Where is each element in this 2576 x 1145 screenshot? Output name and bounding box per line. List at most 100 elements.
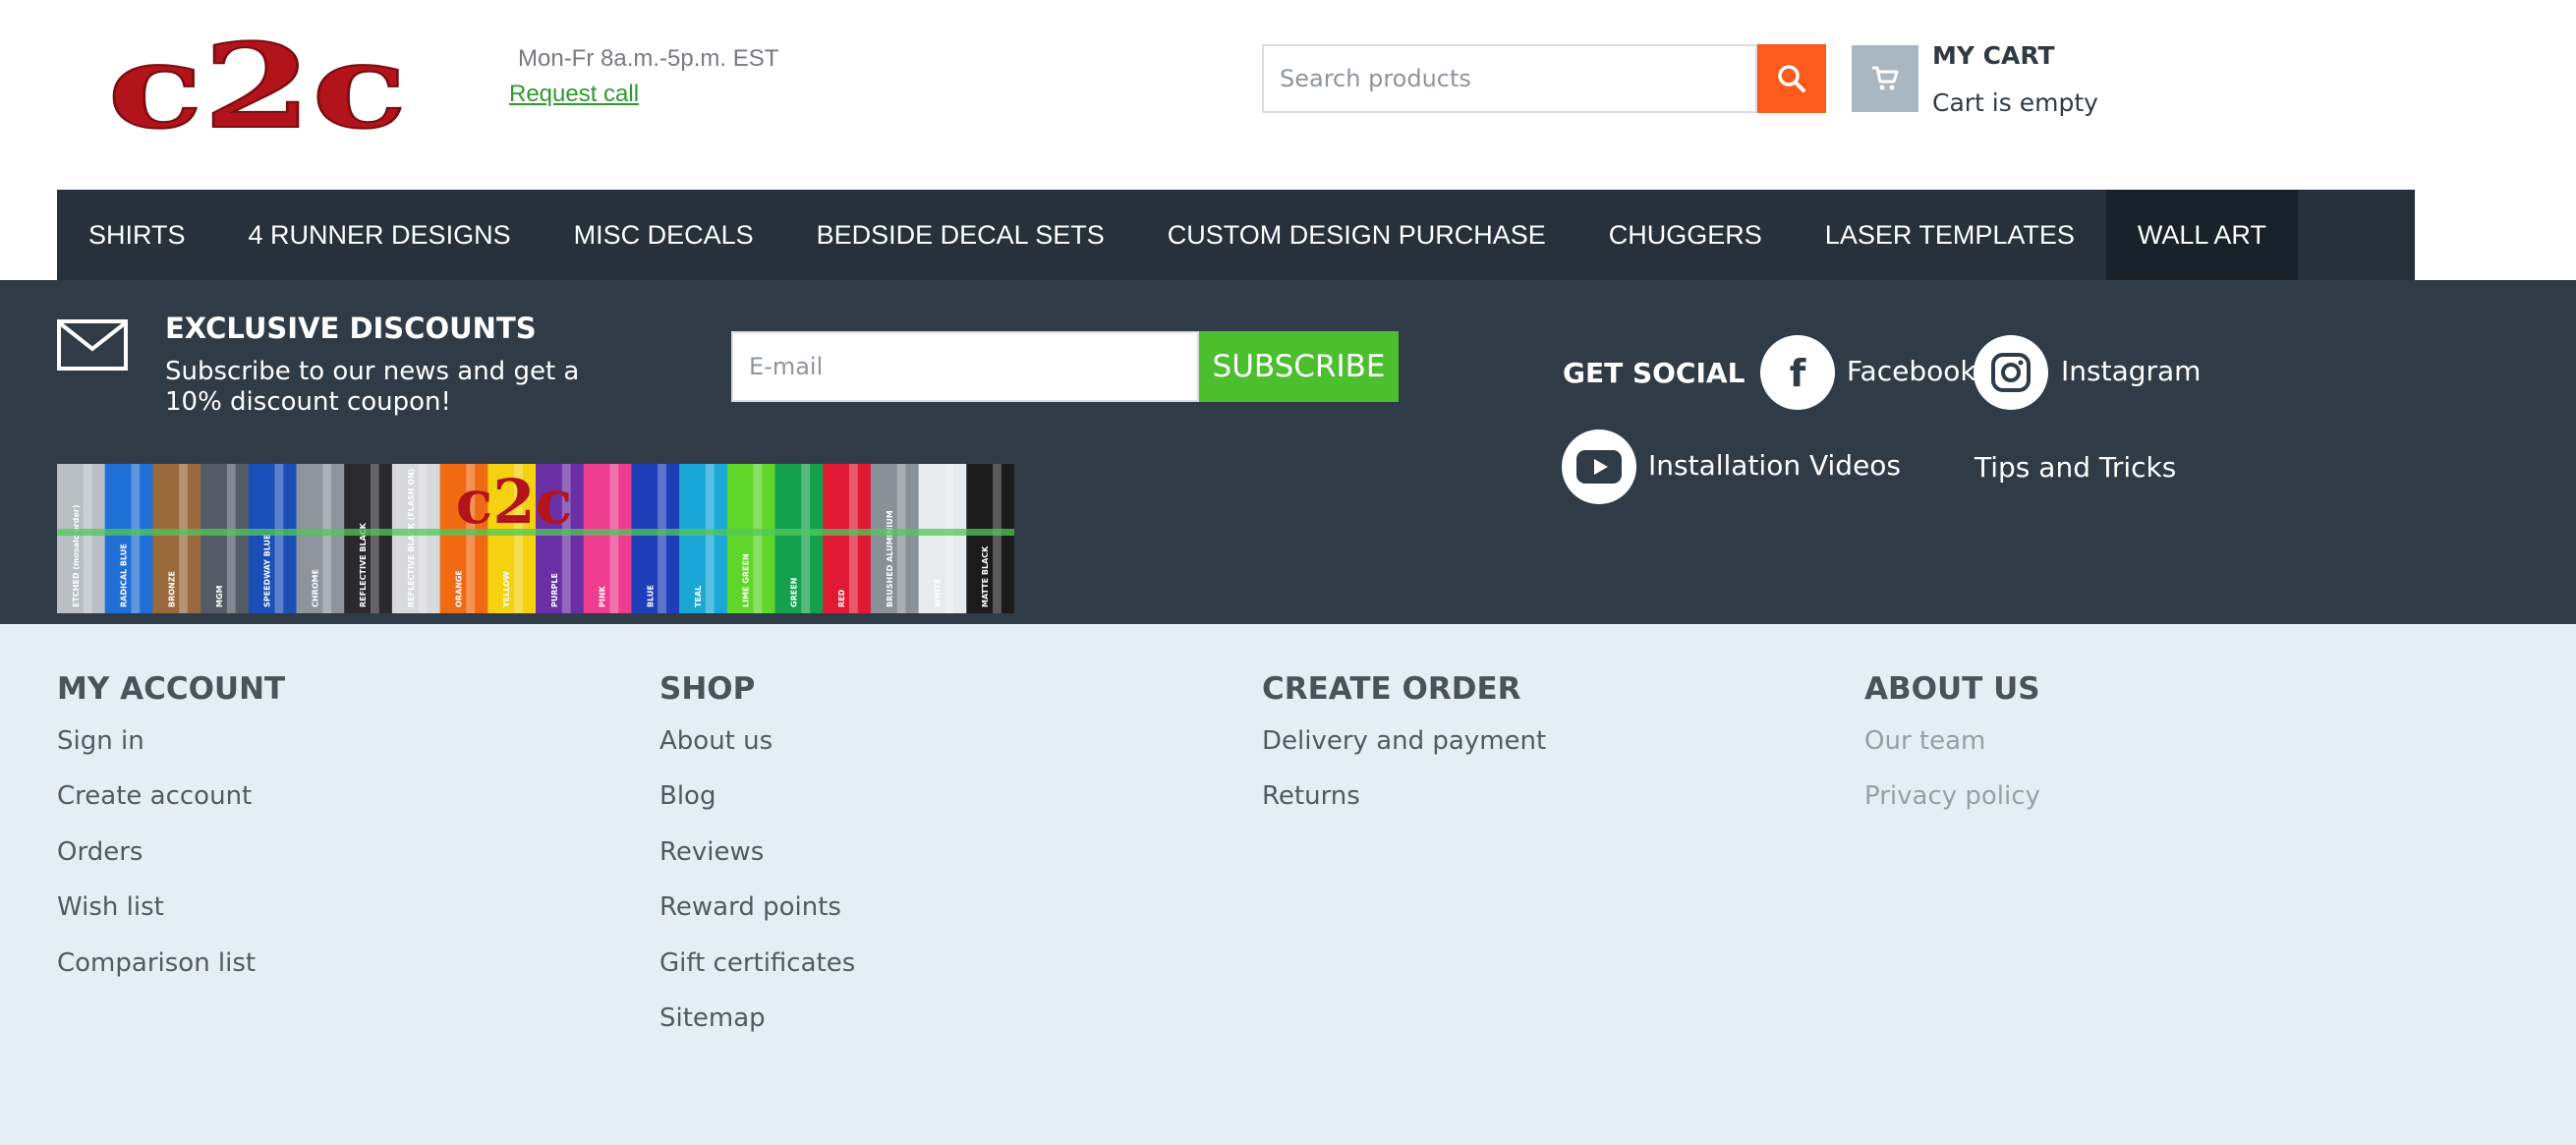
vinyl-swatch-label: TEAL <box>694 586 703 607</box>
facebook-button[interactable]: f <box>1760 335 1835 410</box>
vinyl-color-banner[interactable]: ETCHED (mosaic order) RADICAL BLUE BRONZE M… <box>57 464 1014 613</box>
subscribe-button[interactable]: SUBSCRIBE <box>1199 331 1399 402</box>
vinyl-swatch-shine <box>705 464 715 613</box>
vinyl-swatch-shine <box>896 464 906 613</box>
footer-link-privacy-policy[interactable]: Privacy policy <box>1864 779 2040 834</box>
vinyl-swatch-shine <box>945 464 954 613</box>
vinyl-swatch: RED <box>823 464 872 613</box>
vinyl-swatch-bar <box>296 464 345 613</box>
vinyl-swatch-bar <box>918 464 967 613</box>
youtube-icon <box>1576 450 1622 484</box>
tips-and-tricks-link[interactable]: Tips and Tricks <box>1975 451 2176 484</box>
business-hours: Mon-Fr 8a.m.-5p.m. EST <box>518 45 779 72</box>
main-navigation: SHIRTS 4 RUNNER DESIGNS MISC DECALS BEDS… <box>57 190 2415 280</box>
vinyl-swatch: SPEEDWAY BLUE <box>248 464 297 613</box>
vinyl-swatch-label: PURPLE <box>550 573 559 607</box>
vinyl-swatch-shine <box>322 464 332 613</box>
cart-title[interactable]: MY CART <box>1932 41 2055 70</box>
logo-text: c2c <box>107 32 407 152</box>
footer-link-returns[interactable]: Returns <box>1262 779 1546 834</box>
search-input[interactable] <box>1264 46 1755 111</box>
facebook-link[interactable]: Facebook <box>1847 355 1976 387</box>
instagram-icon <box>1991 353 2031 392</box>
cart-button[interactable] <box>1852 45 1918 112</box>
nav-item-wall-art[interactable]: WALL ART <box>2105 190 2298 280</box>
footer-link-blog[interactable]: Blog <box>659 779 855 834</box>
vinyl-swatch-bar <box>679 464 728 613</box>
vinyl-swatch: REFLECTIVE BLACK <box>344 464 393 613</box>
footer-col-shop: SHOP About us Blog Reviews Reward points… <box>659 671 855 1057</box>
request-call-link[interactable]: Request call <box>509 81 639 108</box>
vinyl-swatch-label: BRONZE <box>167 571 176 607</box>
nav-item-misc-decals[interactable]: MISC DECALS <box>543 190 785 280</box>
footer-heading-about-us: ABOUT US <box>1864 671 2040 707</box>
vinyl-swatch-bar <box>104 464 153 613</box>
footer-link-our-team[interactable]: Our team <box>1864 724 2040 779</box>
footer-link-gift-certificates[interactable]: Gift certificates <box>659 946 855 1002</box>
vinyl-swatch-bar <box>823 464 872 613</box>
envelope-icon <box>57 319 128 371</box>
nav-item-shirts[interactable]: SHIRTS <box>57 190 217 280</box>
discount-title: EXCLUSIVE DISCOUNTS <box>165 312 537 345</box>
footer-link-create-account[interactable]: Create account <box>57 779 285 834</box>
installation-videos-link[interactable]: Installation Videos <box>1648 449 1901 482</box>
search-button[interactable] <box>1757 44 1826 113</box>
vinyl-swatch-bar <box>248 464 297 613</box>
footer-col-create-order: CREATE ORDER Delivery and payment Return… <box>1262 671 1546 835</box>
vinyl-swatch-shine <box>753 464 763 613</box>
vinyl-swatch-label: RADICAL BLUE <box>120 544 129 607</box>
footer-heading-create-order: CREATE ORDER <box>1262 671 1521 707</box>
vinyl-swatch-bar <box>774 464 824 613</box>
subscribe-section: EXCLUSIVE DISCOUNTS Subscribe to our new… <box>0 280 2576 624</box>
vinyl-swatch-bar <box>631 464 680 613</box>
footer-link-reviews[interactable]: Reviews <box>659 835 855 890</box>
footer-col-my-account: MY ACCOUNT Sign in Create account Orders… <box>57 671 285 1002</box>
vinyl-swatch-bar <box>344 464 393 613</box>
vinyl-swatch-shine <box>801 464 811 613</box>
footer-link-wish-list[interactable]: Wish list <box>57 890 285 945</box>
footer-link-about-us[interactable]: About us <box>659 724 855 779</box>
nav-item-chuggers[interactable]: CHUGGERS <box>1577 190 1794 280</box>
vinyl-swatch-shine <box>848 464 858 613</box>
youtube-button[interactable] <box>1562 429 1636 504</box>
vinyl-swatch: RADICAL BLUE <box>104 464 153 613</box>
footer-link-sitemap[interactable]: Sitemap <box>659 1002 855 1057</box>
vinyl-swatch: REFLECTIVE BLACK (FLASH ON) <box>391 464 441 613</box>
vinyl-swatch-shine <box>179 464 188 613</box>
email-field[interactable] <box>731 331 1199 402</box>
email-input[interactable] <box>733 333 1197 400</box>
vinyl-swatch-label: BRUSHED ALUMINIUM <box>886 510 894 607</box>
vinyl-swatch-bar <box>57 464 106 613</box>
nav-item-4-runner-designs[interactable]: 4 RUNNER DESIGNS <box>217 190 543 280</box>
vinyl-swatch-shine <box>370 464 379 613</box>
nav-item-bedside-decal-sets[interactable]: BEDSIDE DECAL SETS <box>785 190 1136 280</box>
svg-text:f: f <box>1790 353 1806 392</box>
vinyl-swatch-label: REFLECTIVE BLACK (FLASH ON) <box>407 469 416 607</box>
vinyl-swatch: CHROME <box>296 464 345 613</box>
vinyl-swatch-label: CHROME <box>311 569 319 607</box>
footer-links: MY ACCOUNT Sign in Create account Orders… <box>0 624 2576 1145</box>
discount-description: Subscribe to our news and get a 10% disc… <box>165 357 580 417</box>
vinyl-swatch-label: ORANGE <box>455 570 464 607</box>
vinyl-swatch: MATTE BLACK <box>966 464 1014 613</box>
footer-link-orders[interactable]: Orders <box>57 835 285 890</box>
vinyl-swatch-shine <box>658 464 666 613</box>
footer-link-sign-in[interactable]: Sign in <box>57 724 285 779</box>
instagram-button[interactable] <box>1974 335 2048 410</box>
vinyl-swatch: BLUE <box>631 464 680 613</box>
instagram-link[interactable]: Instagram <box>2061 355 2201 387</box>
vinyl-swatch-label: GREEN <box>789 578 798 607</box>
vinyl-swatch-image: ETCHED (mosaic order) RADICAL BLUE BRONZE M… <box>57 464 1014 613</box>
nav-item-laser-templates[interactable]: LASER TEMPLATES <box>1794 190 2106 280</box>
footer-link-comparison-list[interactable]: Comparison list <box>57 946 285 1002</box>
footer-link-reward-points[interactable]: Reward points <box>659 890 855 945</box>
search-field[interactable] <box>1262 44 1757 113</box>
vinyl-swatch-shine <box>609 464 619 613</box>
footer-link-delivery-and-payment[interactable]: Delivery and payment <box>1262 724 1546 779</box>
c2c-logo[interactable]: c2c <box>57 32 458 152</box>
vinyl-swatch-label: ETCHED (mosaic order) <box>72 505 81 608</box>
facebook-icon: f <box>1790 353 1806 392</box>
nav-item-custom-design-purchase[interactable]: CUSTOM DESIGN PURCHASE <box>1136 190 1577 280</box>
vinyl-swatch: MGM <box>200 464 250 613</box>
vinyl-swatch-shine <box>418 464 428 613</box>
